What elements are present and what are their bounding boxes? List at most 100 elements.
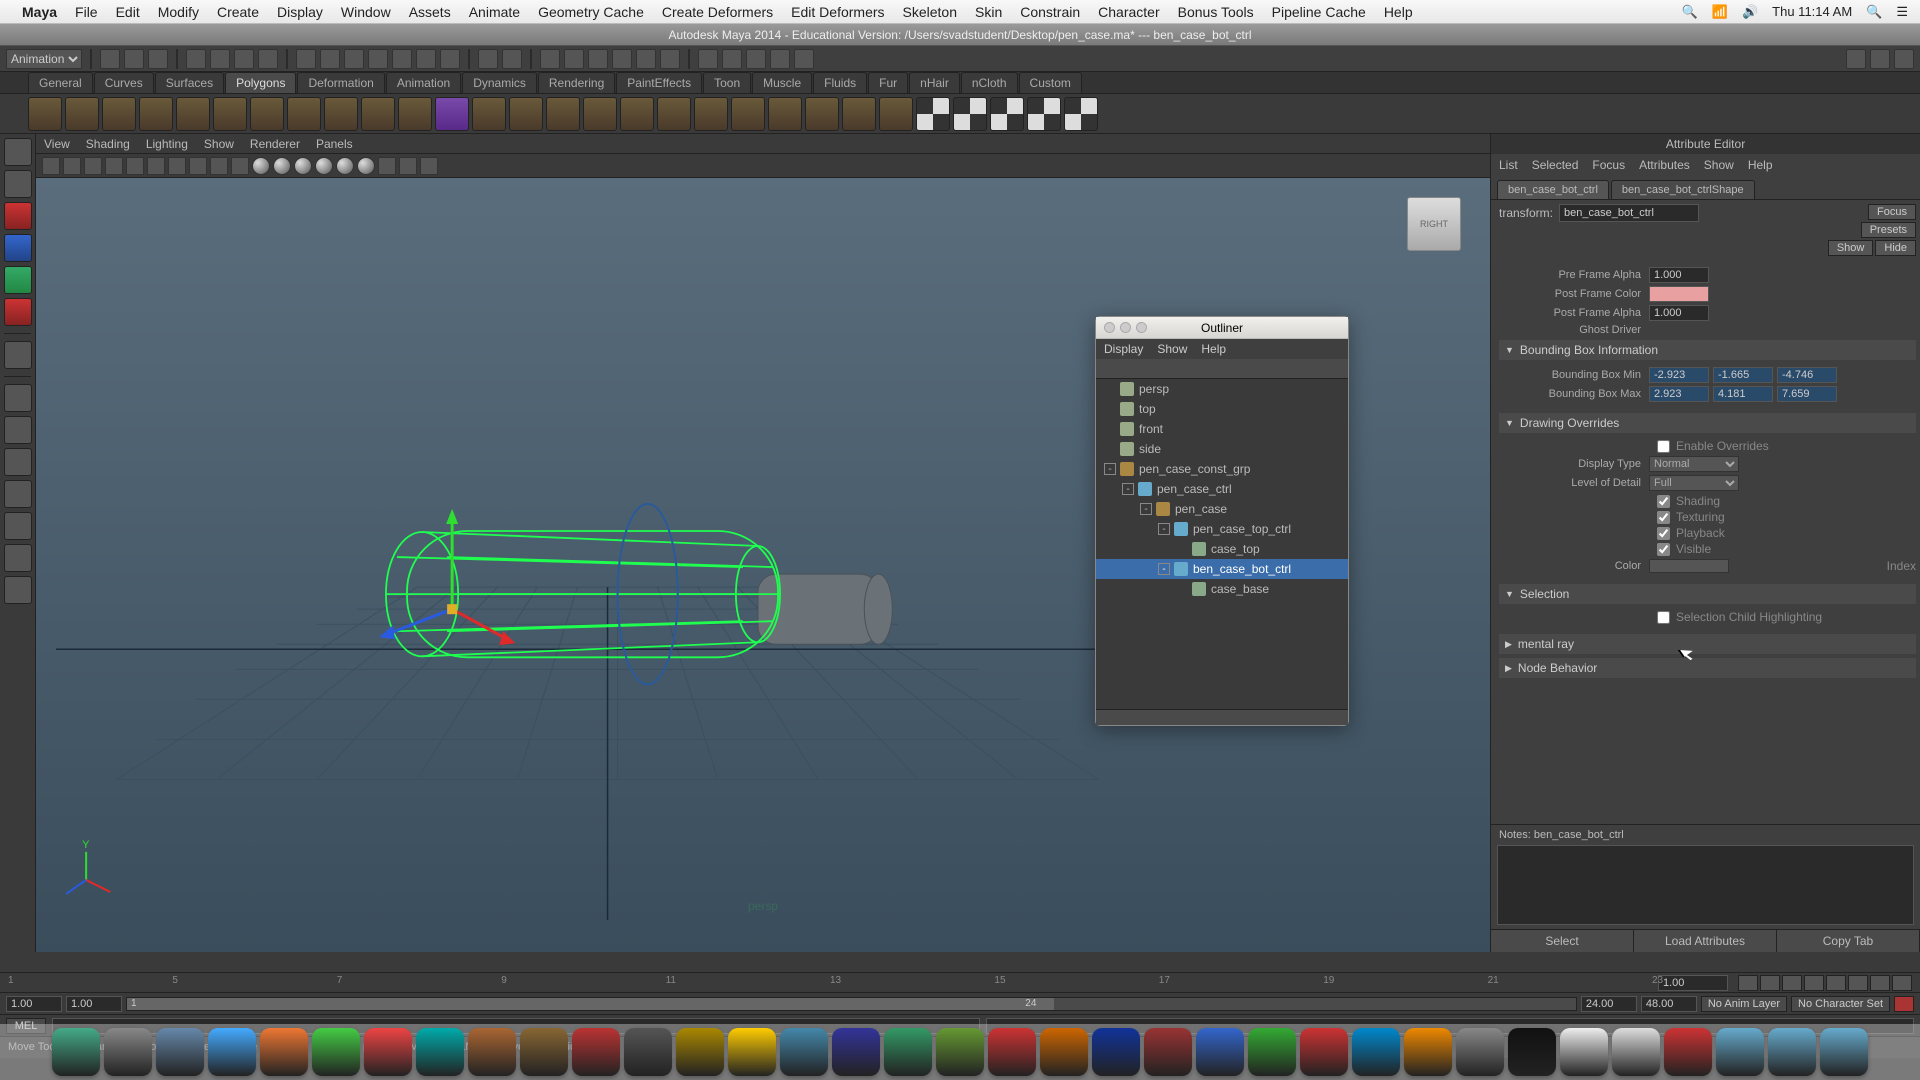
outliner-item[interactable]: case_top (1096, 539, 1348, 559)
tool-layout[interactable] (4, 544, 32, 572)
statusline-icon[interactable] (440, 49, 460, 69)
menu-constrain[interactable]: Constrain (1020, 4, 1080, 20)
vp-icon[interactable] (189, 157, 207, 175)
bbox-max-z[interactable] (1777, 386, 1837, 402)
vp-icon[interactable] (378, 157, 396, 175)
menu-geocache[interactable]: Geometry Cache (538, 4, 644, 20)
dock-app-mudbox3[interactable] (572, 1028, 620, 1076)
dock-app-trash[interactable] (1820, 1028, 1868, 1076)
tool-layout[interactable] (4, 576, 32, 604)
playback-step-fwd-key[interactable] (1870, 975, 1890, 991)
outliner-item[interactable]: -ben_case_bot_ctrl (1096, 559, 1348, 579)
shelf-tab-fluids[interactable]: Fluids (813, 72, 867, 93)
menu-skin[interactable]: Skin (975, 4, 1002, 20)
statusline-icon[interactable] (478, 49, 498, 69)
dock-app-firefox[interactable] (260, 1028, 308, 1076)
outliner-item[interactable]: persp (1096, 379, 1348, 399)
outliner-item[interactable]: top (1096, 399, 1348, 419)
menu-pipelinecache[interactable]: Pipeline Cache (1272, 4, 1366, 20)
tool-manip[interactable] (4, 341, 32, 369)
shelf-icon[interactable] (176, 97, 210, 131)
shelf-icon[interactable] (139, 97, 173, 131)
outliner-titlebar[interactable]: Outliner (1096, 317, 1348, 339)
statusline-icon[interactable] (612, 49, 632, 69)
vp-menu-panels[interactable]: Panels (316, 137, 353, 151)
menu-help[interactable]: Help (1384, 4, 1413, 20)
character-set-dropdown[interactable]: No Character Set (1791, 996, 1890, 1012)
statusline-icon[interactable] (636, 49, 656, 69)
shelf-icon[interactable] (435, 97, 469, 131)
shelf-icon[interactable] (509, 97, 543, 131)
selection-section-header[interactable]: ▼Selection (1499, 584, 1916, 604)
statusline-icon[interactable] (392, 49, 412, 69)
anim-layer-dropdown[interactable]: No Anim Layer (1701, 996, 1787, 1012)
attr-show-button[interactable]: Show (1828, 240, 1874, 256)
tool-scale[interactable] (4, 298, 32, 326)
outliner-item[interactable]: -pen_case (1096, 499, 1348, 519)
vp-menu-renderer[interactable]: Renderer (250, 137, 300, 151)
statusline-icon[interactable] (234, 49, 254, 69)
outliner-item[interactable]: front (1096, 419, 1348, 439)
lod-select[interactable]: Full (1649, 475, 1739, 491)
attr-menu-focus[interactable]: Focus (1592, 158, 1625, 172)
tool-lasso[interactable] (4, 170, 32, 198)
expand-toggle-icon[interactable]: - (1140, 503, 1152, 515)
dock-app-app2[interactable] (676, 1028, 724, 1076)
expand-toggle-icon[interactable]: - (1158, 563, 1170, 575)
menu-window[interactable]: Window (341, 4, 391, 20)
window-min-icon[interactable] (1120, 322, 1131, 333)
range-inner-end[interactable] (1581, 996, 1637, 1012)
statusline-icon[interactable] (124, 49, 144, 69)
menu-assets[interactable]: Assets (409, 4, 451, 20)
vp-icon[interactable] (336, 157, 354, 175)
expand-toggle-icon[interactable]: - (1158, 523, 1170, 535)
dock-app-folder2[interactable] (1716, 1028, 1764, 1076)
shelf-icon[interactable] (65, 97, 99, 131)
dock-app-word[interactable] (1196, 1028, 1244, 1076)
tool-paint-select[interactable] (4, 202, 32, 230)
shelf-icon[interactable] (472, 97, 506, 131)
attr-tab-transform[interactable]: ben_case_bot_ctrl (1497, 180, 1609, 199)
viewcube[interactable]: RIGHT (1402, 192, 1466, 256)
dock-app-app1[interactable] (624, 1028, 672, 1076)
shelf-icon[interactable] (102, 97, 136, 131)
shelf-tab-rendering[interactable]: Rendering (538, 72, 615, 93)
outliner-scrollbar[interactable] (1096, 709, 1348, 725)
shelf-icon[interactable] (287, 97, 321, 131)
expand-toggle-icon[interactable]: - (1122, 483, 1134, 495)
dock-app-chrome[interactable] (312, 1028, 360, 1076)
bbox-max-y[interactable] (1713, 386, 1773, 402)
vp-icon[interactable] (420, 157, 438, 175)
shelf-tab-general[interactable]: General (28, 72, 93, 93)
sel-child-hl-checkbox[interactable] (1657, 611, 1670, 624)
bbox-min-x[interactable] (1649, 367, 1709, 383)
vp-menu-view[interactable]: View (44, 137, 70, 151)
module-selector[interactable]: Animation (6, 49, 82, 69)
shelf-tab-painteffects[interactable]: PaintEffects (616, 72, 702, 93)
playback-step-back-key[interactable] (1760, 975, 1780, 991)
statusline-icon[interactable] (770, 49, 790, 69)
menu-skeleton[interactable]: Skeleton (903, 4, 957, 20)
shelf-tab-dynamics[interactable]: Dynamics (462, 72, 537, 93)
menu-editdef[interactable]: Edit Deformers (791, 4, 884, 20)
menu-create[interactable]: Create (217, 4, 259, 20)
attr-copy-button[interactable]: Copy Tab (1777, 930, 1920, 952)
statusline-icon[interactable] (210, 49, 230, 69)
texturing-checkbox[interactable] (1657, 511, 1670, 524)
statusline-icon[interactable] (368, 49, 388, 69)
statusline-icon[interactable] (344, 49, 364, 69)
vp-icon[interactable] (294, 157, 312, 175)
outliner-item[interactable]: case_base (1096, 579, 1348, 599)
vp-icon[interactable] (315, 157, 333, 175)
shelf-tab-curves[interactable]: Curves (94, 72, 154, 93)
shelf-icon[interactable] (1027, 97, 1061, 131)
enable-overrides-checkbox[interactable] (1657, 440, 1670, 453)
shelf-tab-nhair[interactable]: nHair (909, 72, 960, 93)
dock-app-preview[interactable] (1612, 1028, 1660, 1076)
app-name[interactable]: Maya (22, 4, 57, 20)
dock-app-qt[interactable] (1352, 1028, 1400, 1076)
statusline-icon[interactable] (660, 49, 680, 69)
attr-menu-show[interactable]: Show (1704, 158, 1734, 172)
playback-play-back[interactable] (1804, 975, 1824, 991)
overrides-section-header[interactable]: ▼Drawing Overrides (1499, 413, 1916, 433)
